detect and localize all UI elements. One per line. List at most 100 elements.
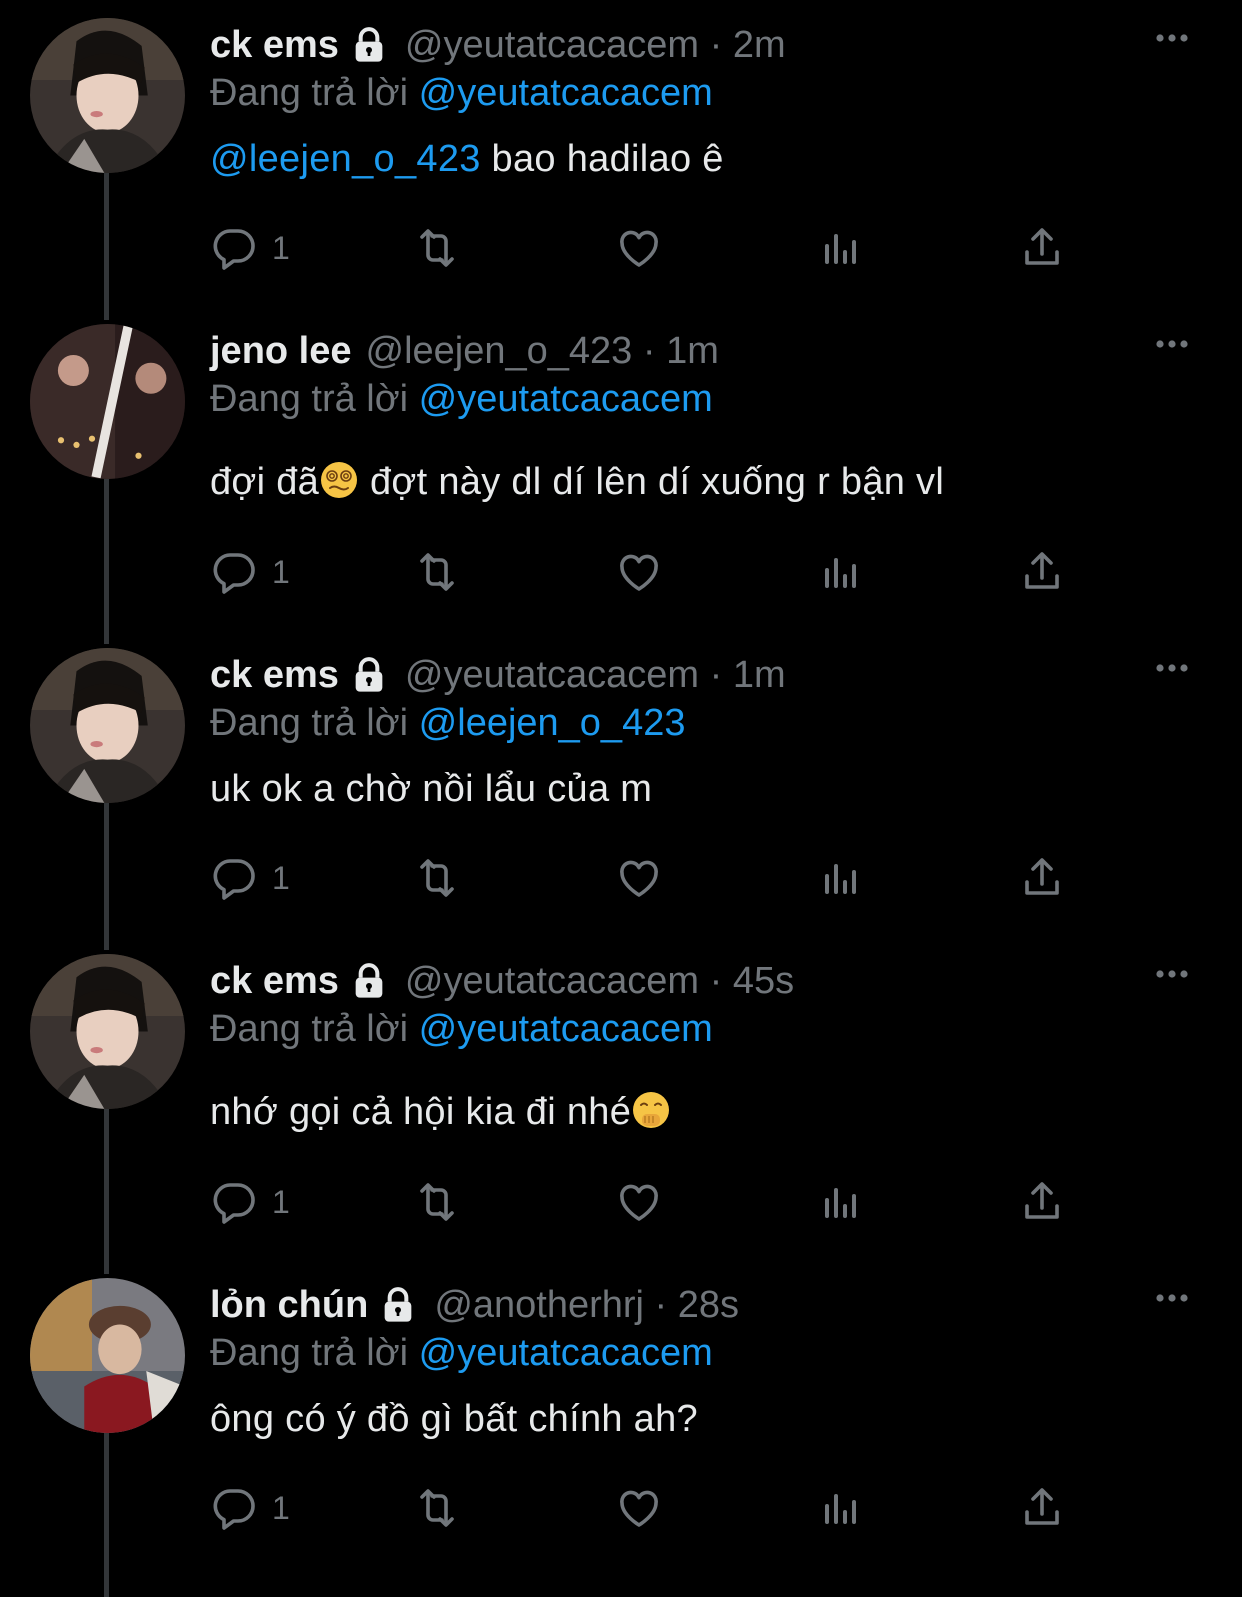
like-button[interactable]: [615, 223, 663, 273]
replying-to-mention[interactable]: @leejen_o_423: [419, 702, 686, 744]
like-button[interactable]: [615, 547, 663, 597]
thread-line: [104, 802, 109, 950]
like-icon: [615, 224, 663, 272]
retweet-icon: [413, 1484, 461, 1532]
retweet-button[interactable]: [413, 223, 461, 273]
timestamp[interactable]: 1m: [733, 654, 786, 697]
reply-icon: [210, 548, 258, 596]
share-button[interactable]: [1018, 547, 1066, 597]
reply-button[interactable]: 1: [210, 547, 290, 597]
retweet-icon: [413, 1178, 461, 1226]
replying-to: Đang trả lời @yeutatcacacem: [210, 378, 713, 421]
tweet-text: đợi đã đợt này dl dí lên dí xuống r bận …: [210, 460, 944, 504]
more-icon[interactable]: [1152, 28, 1192, 48]
replying-to-mention[interactable]: @yeutatcacacem: [419, 1332, 713, 1374]
views-button[interactable]: [817, 1483, 865, 1533]
views-button[interactable]: [817, 1177, 865, 1227]
share-button[interactable]: [1018, 223, 1066, 273]
tweet-text: ông có ý đồ gì bất chính ah?: [210, 1398, 698, 1441]
avatar[interactable]: [30, 1278, 185, 1433]
mention-link[interactable]: @leejen_o_423: [210, 138, 481, 180]
like-icon: [615, 548, 663, 596]
display-name[interactable]: lỏn chún: [210, 1284, 368, 1327]
tweet-text-content: ông có ý đồ gì bất chính ah?: [210, 1398, 698, 1440]
views-icon: [817, 854, 865, 902]
display-name[interactable]: jeno lee: [210, 330, 352, 373]
retweet-button[interactable]: [413, 547, 461, 597]
thread-line: [104, 1432, 109, 1597]
reply-button[interactable]: 1: [210, 853, 290, 903]
replying-label: Đang trả lời: [210, 72, 409, 114]
avatar[interactable]: [30, 18, 185, 173]
share-button[interactable]: [1018, 853, 1066, 903]
tweet-text-continued: đợt này dl dí lên dí xuống r bận vl: [359, 461, 945, 503]
timestamp[interactable]: 45s: [733, 960, 794, 1003]
retweet-button[interactable]: [413, 853, 461, 903]
action-bar: 1: [210, 853, 1090, 903]
share-icon: [1018, 1484, 1066, 1532]
display-name[interactable]: ck ems: [210, 24, 339, 67]
timestamp[interactable]: 2m: [733, 24, 786, 67]
tweet-header: ck ems @yeutatcacacem · 45s: [210, 956, 794, 1006]
more-icon[interactable]: [1152, 334, 1192, 354]
avatar[interactable]: [30, 954, 185, 1109]
more-icon[interactable]: [1152, 964, 1192, 984]
retweet-icon: [413, 854, 461, 902]
views-button[interactable]: [817, 547, 865, 597]
replying-to-mention[interactable]: @yeutatcacacem: [419, 72, 713, 114]
tweet-header: jeno lee @leejen_o_423 · 1m: [210, 326, 719, 376]
retweet-button[interactable]: [413, 1177, 461, 1227]
share-icon: [1018, 224, 1066, 272]
retweet-icon: [413, 548, 461, 596]
tweet-text-content: đợi đã: [210, 461, 320, 503]
handle[interactable]: @leejen_o_423: [366, 330, 633, 373]
share-button[interactable]: [1018, 1177, 1066, 1227]
avatar[interactable]: [30, 324, 185, 479]
reply-button[interactable]: 1: [210, 1483, 290, 1533]
handle[interactable]: @yeutatcacacem: [405, 960, 699, 1003]
replying-to-mention[interactable]: @yeutatcacacem: [419, 378, 713, 420]
dizzy-face-emoji: [319, 460, 359, 500]
action-bar: 1: [210, 223, 1090, 273]
avatar[interactable]: [30, 648, 185, 803]
replying-to-mention[interactable]: @yeutatcacacem: [419, 1008, 713, 1050]
share-button[interactable]: [1018, 1483, 1066, 1533]
reply-button[interactable]: 1: [210, 223, 290, 273]
separator-dot: ·: [699, 23, 733, 66]
tweet-text: nhớ gọi cả hội kia đi nhé: [210, 1090, 671, 1134]
handle[interactable]: @yeutatcacacem: [405, 654, 699, 697]
replying-label: Đang trả lời: [210, 702, 409, 744]
retweet-button[interactable]: [413, 1483, 461, 1533]
reply-count: 1: [272, 859, 290, 896]
timestamp[interactable]: 1m: [666, 330, 719, 373]
handle[interactable]: @anotherhrj: [434, 1284, 644, 1327]
views-button[interactable]: [817, 853, 865, 903]
separator-dot: ·: [632, 329, 667, 372]
reply-count: 1: [272, 1183, 290, 1220]
views-icon: [817, 224, 865, 272]
more-icon[interactable]: [1152, 658, 1192, 678]
replying-label: Đang trả lời: [210, 378, 409, 420]
like-button[interactable]: [615, 853, 663, 903]
retweet-icon: [413, 224, 461, 272]
more-icon[interactable]: [1152, 1288, 1192, 1308]
reply-button[interactable]: 1: [210, 1177, 290, 1227]
display-name[interactable]: ck ems: [210, 654, 339, 697]
replying-to: Đang trả lời @yeutatcacacem: [210, 72, 713, 115]
handle[interactable]: @yeutatcacacem: [405, 24, 699, 67]
like-button[interactable]: [615, 1177, 663, 1227]
tweet-text: @leejen_o_423 bao hadilao ê: [210, 138, 724, 181]
replying-to: Đang trả lời @yeutatcacacem: [210, 1332, 713, 1375]
thread-line: [104, 478, 109, 644]
views-button[interactable]: [817, 223, 865, 273]
lock-icon: [378, 1285, 418, 1325]
views-icon: [817, 1484, 865, 1532]
timestamp[interactable]: 28s: [678, 1284, 739, 1327]
thread-line: [104, 1108, 109, 1274]
display-name[interactable]: ck ems: [210, 960, 339, 1003]
lock-icon: [349, 961, 389, 1001]
reply-icon: [210, 854, 258, 902]
thread-line: [104, 172, 109, 320]
like-button[interactable]: [615, 1483, 663, 1533]
reply-icon: [210, 1484, 258, 1532]
